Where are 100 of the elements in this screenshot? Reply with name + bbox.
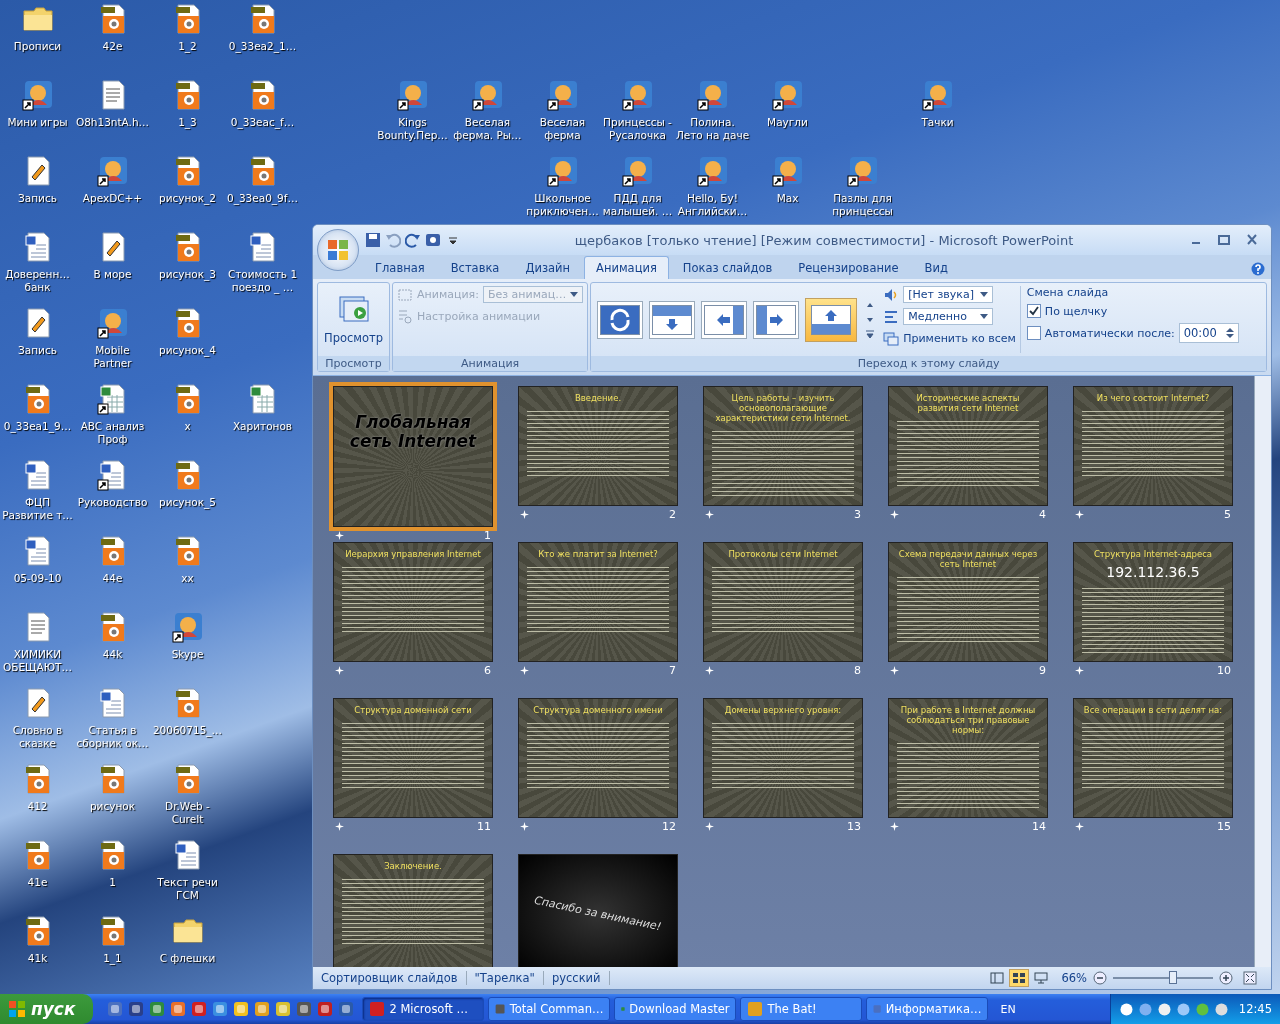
tray-icon[interactable]	[1213, 1001, 1229, 1017]
desktop-icon-label[interactable]: Школьное приключен…	[525, 192, 600, 218]
transition-option[interactable]	[805, 297, 858, 342]
desktop-icon-label[interactable]: Max	[750, 192, 825, 205]
app-icon[interactable]	[696, 155, 729, 187]
desktop-icon-label[interactable]: В море	[75, 268, 150, 281]
desktop-icon-label[interactable]: ABC анализ Проф	[75, 420, 150, 446]
slide-thumbnail[interactable]: Структура доменного имени	[518, 698, 678, 818]
transition-option[interactable]	[701, 300, 748, 339]
desktop-icon-label[interactable]: Полина. Лето на даче	[675, 116, 750, 142]
desktop-icon-label[interactable]: Dr.Web - CureIt	[150, 800, 225, 826]
checkbox[interactable]	[1026, 326, 1041, 340]
desktop-icon-label[interactable]: рисунок_3	[150, 268, 225, 281]
transition-option[interactable]	[597, 300, 644, 339]
app-icon[interactable]	[696, 79, 729, 111]
slide-thumbnail[interactable]: Заключение.	[333, 854, 493, 967]
desktop-icon-label[interactable]: Доверенн… банк	[0, 268, 75, 294]
slide-thumbnail[interactable]: Структура Internet-адреса 192.112.36.5	[1073, 542, 1233, 662]
taskbar-button[interactable]: Download Master	[614, 997, 737, 1021]
tray-icon[interactable]	[1156, 1001, 1172, 1017]
transition-star-icon[interactable]	[520, 822, 529, 831]
slide-thumbnail[interactable]: Все операции в сети делят на:	[1073, 698, 1233, 818]
app-icon[interactable]	[546, 79, 579, 111]
preview-button[interactable]: Просмотр	[322, 286, 386, 353]
app-icon[interactable]	[21, 79, 54, 111]
slide-thumbnail[interactable]: При работе в Internet должны соблюдаться три правовые нормы:	[888, 698, 1048, 818]
desktop-icon-label[interactable]: 1_2	[150, 40, 225, 53]
transition-star-icon[interactable]	[335, 822, 344, 831]
slide-thumbnail[interactable]: Из чего состоит Internet?	[1073, 386, 1233, 506]
ribbon-tab[interactable]: Показ слайдов	[670, 256, 785, 279]
transition-star-icon[interactable]	[705, 666, 714, 675]
app-icon[interactable]	[171, 611, 204, 643]
transition-option[interactable]	[753, 300, 800, 339]
transition-star-icon[interactable]	[1075, 822, 1084, 831]
desktop-icon-label[interactable]: 1	[75, 876, 150, 889]
transition-star-icon[interactable]	[335, 531, 344, 540]
redo-icon[interactable]	[405, 232, 421, 248]
desktop-icon-label[interactable]: 05-09-10	[0, 572, 75, 585]
dropdown-caret-icon[interactable]	[980, 313, 989, 320]
desktop-icon-label[interactable]: 0_33ea1_9…	[0, 420, 75, 433]
desktop-icon-label[interactable]: O8h13ntA.h…	[75, 116, 150, 129]
transition-star-icon[interactable]	[1075, 666, 1084, 675]
slide-thumbnail[interactable]: Домены верхнего уровня:	[703, 698, 863, 818]
slide-thumbnail[interactable]: Спасибо за внимание!	[518, 854, 678, 967]
app-icon[interactable]	[96, 155, 129, 187]
help-icon[interactable]	[1251, 262, 1265, 276]
transition-star-icon[interactable]	[890, 510, 899, 519]
transition-star-icon[interactable]	[335, 666, 344, 675]
desktop-icon-label[interactable]: xx	[150, 572, 225, 585]
spinner-arrows-icon[interactable]	[1225, 327, 1234, 339]
app-icon[interactable]	[921, 79, 954, 111]
transition-star-icon[interactable]	[890, 822, 899, 831]
ribbon-tab[interactable]: Дизайн	[513, 256, 583, 279]
desktop-icon-label[interactable]: Пазлы для принцессы	[825, 192, 900, 218]
desktop-icon-label[interactable]: 44k	[75, 648, 150, 661]
desktop-icon-label[interactable]: Mobile Partner	[75, 344, 150, 370]
fit-window-icon[interactable]	[1243, 971, 1257, 985]
tray-icon[interactable]	[1118, 1001, 1134, 1017]
desktop-icon-label[interactable]: Запись	[0, 344, 75, 357]
desktop-icon-label[interactable]: x	[150, 420, 225, 433]
ribbon-tab[interactable]: Рецензирование	[786, 256, 911, 279]
maximize-icon[interactable]	[1215, 232, 1233, 248]
slideshow-icon[interactable]	[425, 232, 441, 248]
desktop-icon-label[interactable]: 1_3	[150, 116, 225, 129]
ribbon-tab[interactable]: Вставка	[438, 256, 512, 279]
save-icon[interactable]	[365, 232, 381, 248]
desktop-icon-label[interactable]: ApexDC++	[75, 192, 150, 205]
taskbar-button[interactable]: The Bat!	[740, 997, 863, 1021]
desktop-icon-label[interactable]: 1_1	[75, 952, 150, 965]
ribbon-tab[interactable]: Вид	[912, 256, 960, 279]
desktop-icon-label[interactable]: рисунок_2	[150, 192, 225, 205]
desktop-icon-label[interactable]: Kings Bounty.Пер…	[375, 116, 450, 142]
app-icon[interactable]	[771, 155, 804, 187]
app-icon[interactable]	[621, 79, 654, 111]
tray-icon[interactable]	[1175, 1001, 1191, 1017]
zoom-out-icon[interactable]	[1093, 971, 1107, 985]
transition-option[interactable]	[649, 300, 696, 339]
slide-thumbnail[interactable]: Цель работы – изучить основополагающие характеристики сети Internet.	[703, 386, 863, 506]
desktop-icon-label[interactable]: Веселая ферма. Ры…	[450, 116, 525, 142]
scrollbar[interactable]	[1254, 376, 1271, 967]
language-indicator[interactable]: EN	[1000, 1002, 1016, 1016]
desktop-icon-label[interactable]: 42e	[75, 40, 150, 53]
slide-thumbnail[interactable]: Иерархия управления Internet	[333, 542, 493, 662]
zoom-percent[interactable]: 66%	[1061, 971, 1087, 985]
app-icon[interactable]	[546, 155, 579, 187]
apply-all-button[interactable]: Применить ко всем	[903, 331, 1016, 345]
taskbar-button[interactable]: Total Comman…	[488, 997, 611, 1021]
desktop-icon-label[interactable]: 41k	[0, 952, 75, 965]
slide-thumbnail[interactable]: Исторические аспекты развития сети Internet	[888, 386, 1048, 506]
desktop-icon-label[interactable]: ХИМИКИ ОБЕЩАЮТ…	[0, 648, 75, 674]
sound-dropdown[interactable]: [Нет звука]	[903, 286, 994, 303]
app-icon[interactable]	[96, 307, 129, 339]
desktop-icon-label[interactable]: 0_33ea0_9f…	[225, 192, 300, 205]
app-icon[interactable]	[621, 155, 654, 187]
app-icon[interactable]	[846, 155, 879, 187]
transition-star-icon[interactable]	[520, 666, 529, 675]
desktop-icon-label[interactable]: Руководство	[75, 496, 150, 509]
transition-star-icon[interactable]	[705, 510, 714, 519]
office-button[interactable]	[317, 229, 359, 271]
desktop-icon-label[interactable]: С флешки	[150, 952, 225, 965]
